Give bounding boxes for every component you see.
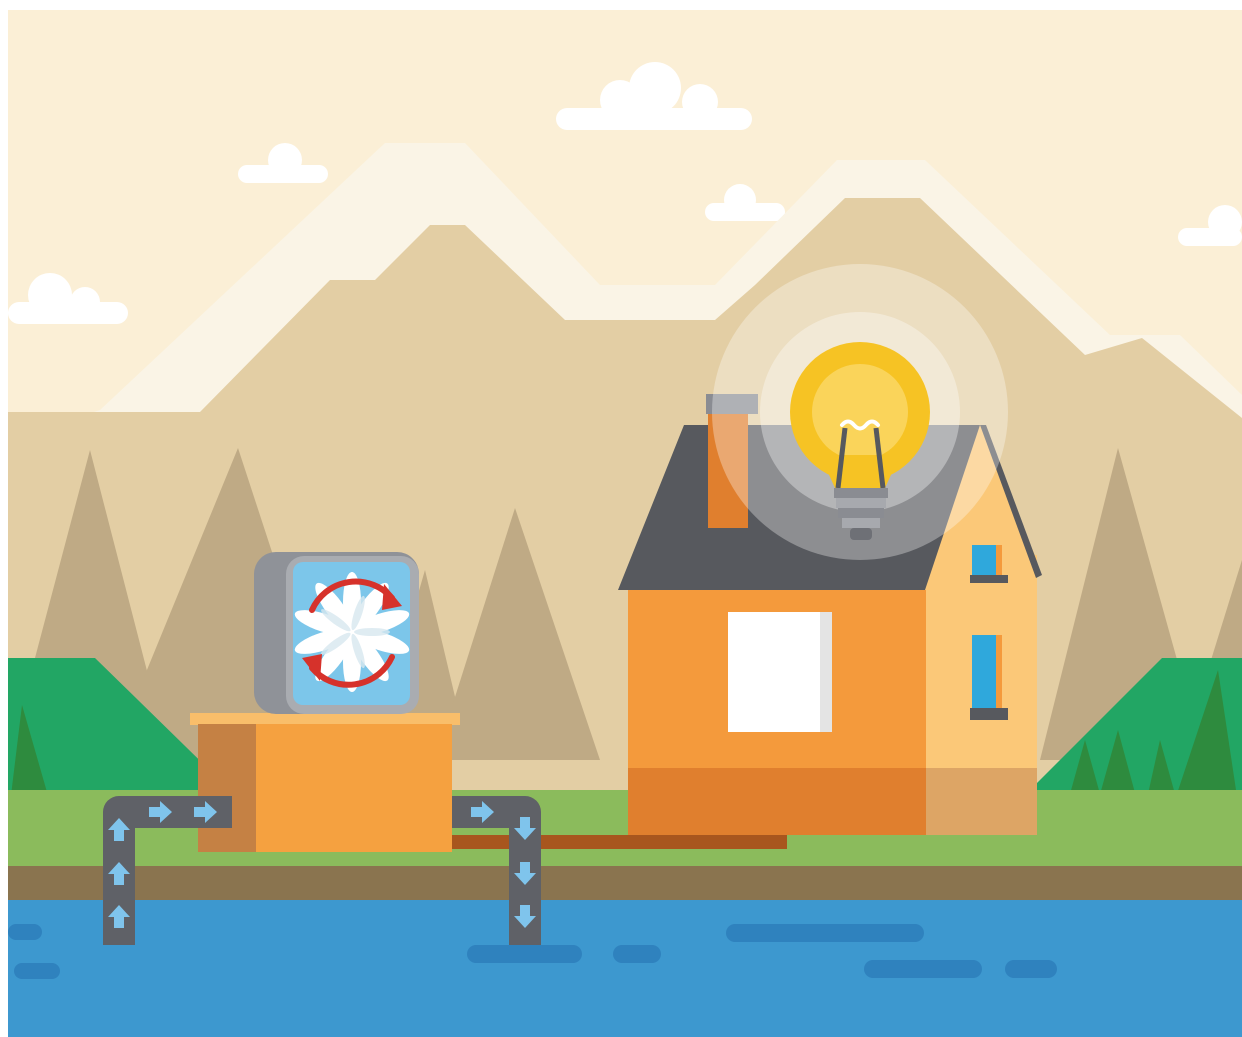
- hydro-power-scene: [0, 0, 1242, 1037]
- door: [728, 612, 832, 732]
- soil: [8, 866, 1242, 902]
- light-bulb-icon: [712, 264, 1008, 560]
- turbine: [254, 552, 419, 714]
- generator-box: [190, 713, 460, 852]
